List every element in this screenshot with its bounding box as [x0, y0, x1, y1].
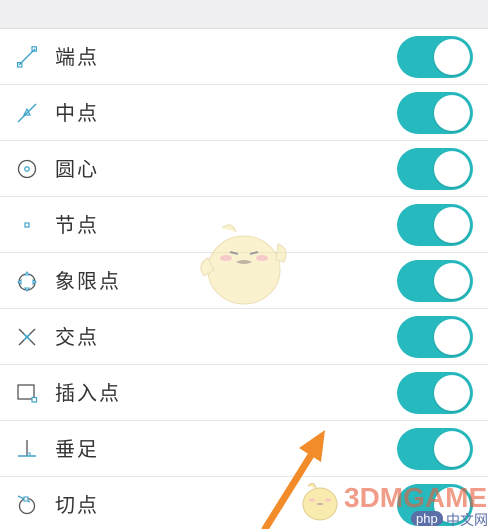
- snap-settings-screen: 端点 中点 圆心 节点 象限点 交点 插入点 垂足 切点 3DMGAME php…: [0, 0, 488, 529]
- setting-label: 端点: [55, 45, 99, 69]
- section-header-band: [0, 0, 488, 29]
- quadrant-icon: [16, 270, 38, 292]
- watermark-php-badge: php: [411, 511, 443, 526]
- insertion-toggle[interactable]: [397, 372, 473, 414]
- setting-label: 垂足: [55, 437, 99, 461]
- center-toggle[interactable]: [397, 148, 473, 190]
- toggle-knob: [434, 95, 470, 131]
- perpendicular-icon: [16, 438, 38, 460]
- tangent-icon: [16, 494, 38, 516]
- watermark-bird-icon: [302, 482, 338, 521]
- setting-label: 切点: [55, 493, 99, 517]
- endpoint-icon: [16, 46, 38, 68]
- setting-label: 节点: [55, 213, 99, 237]
- node-icon: [16, 214, 38, 236]
- midpoint-toggle[interactable]: [397, 92, 473, 134]
- insertion-icon: [16, 382, 38, 404]
- mascot-watermark-icon: [192, 218, 292, 308]
- setting-row-center[interactable]: 圆心: [0, 141, 488, 197]
- setting-label: 中点: [55, 101, 99, 125]
- intersection-toggle[interactable]: [397, 316, 473, 358]
- toggle-knob: [434, 375, 470, 411]
- watermark-cn-text: 中文网: [446, 513, 488, 529]
- toggle-knob: [434, 431, 470, 467]
- toggle-knob: [434, 263, 470, 299]
- toggle-knob: [434, 151, 470, 187]
- toggle-knob: [434, 319, 470, 355]
- setting-row-insertion[interactable]: 插入点: [0, 365, 488, 421]
- setting-row-perpendicular[interactable]: 垂足: [0, 421, 488, 477]
- quadrant-toggle[interactable]: [397, 260, 473, 302]
- center-icon: [16, 158, 38, 180]
- toggle-knob: [434, 207, 470, 243]
- site-watermark: 3DMGAME php 中文网: [296, 478, 488, 529]
- perpendicular-toggle[interactable]: [397, 428, 473, 470]
- setting-row-midpoint[interactable]: 中点: [0, 85, 488, 141]
- setting-label: 插入点: [55, 381, 121, 405]
- setting-label: 圆心: [55, 157, 99, 181]
- setting-row-intersection[interactable]: 交点: [0, 309, 488, 365]
- midpoint-icon: [16, 102, 38, 124]
- node-toggle[interactable]: [397, 204, 473, 246]
- endpoint-toggle[interactable]: [397, 36, 473, 78]
- setting-row-endpoint[interactable]: 端点: [0, 29, 488, 85]
- setting-label: 交点: [55, 325, 99, 349]
- intersection-icon: [16, 326, 38, 348]
- toggle-knob: [434, 39, 470, 75]
- setting-label: 象限点: [55, 269, 121, 293]
